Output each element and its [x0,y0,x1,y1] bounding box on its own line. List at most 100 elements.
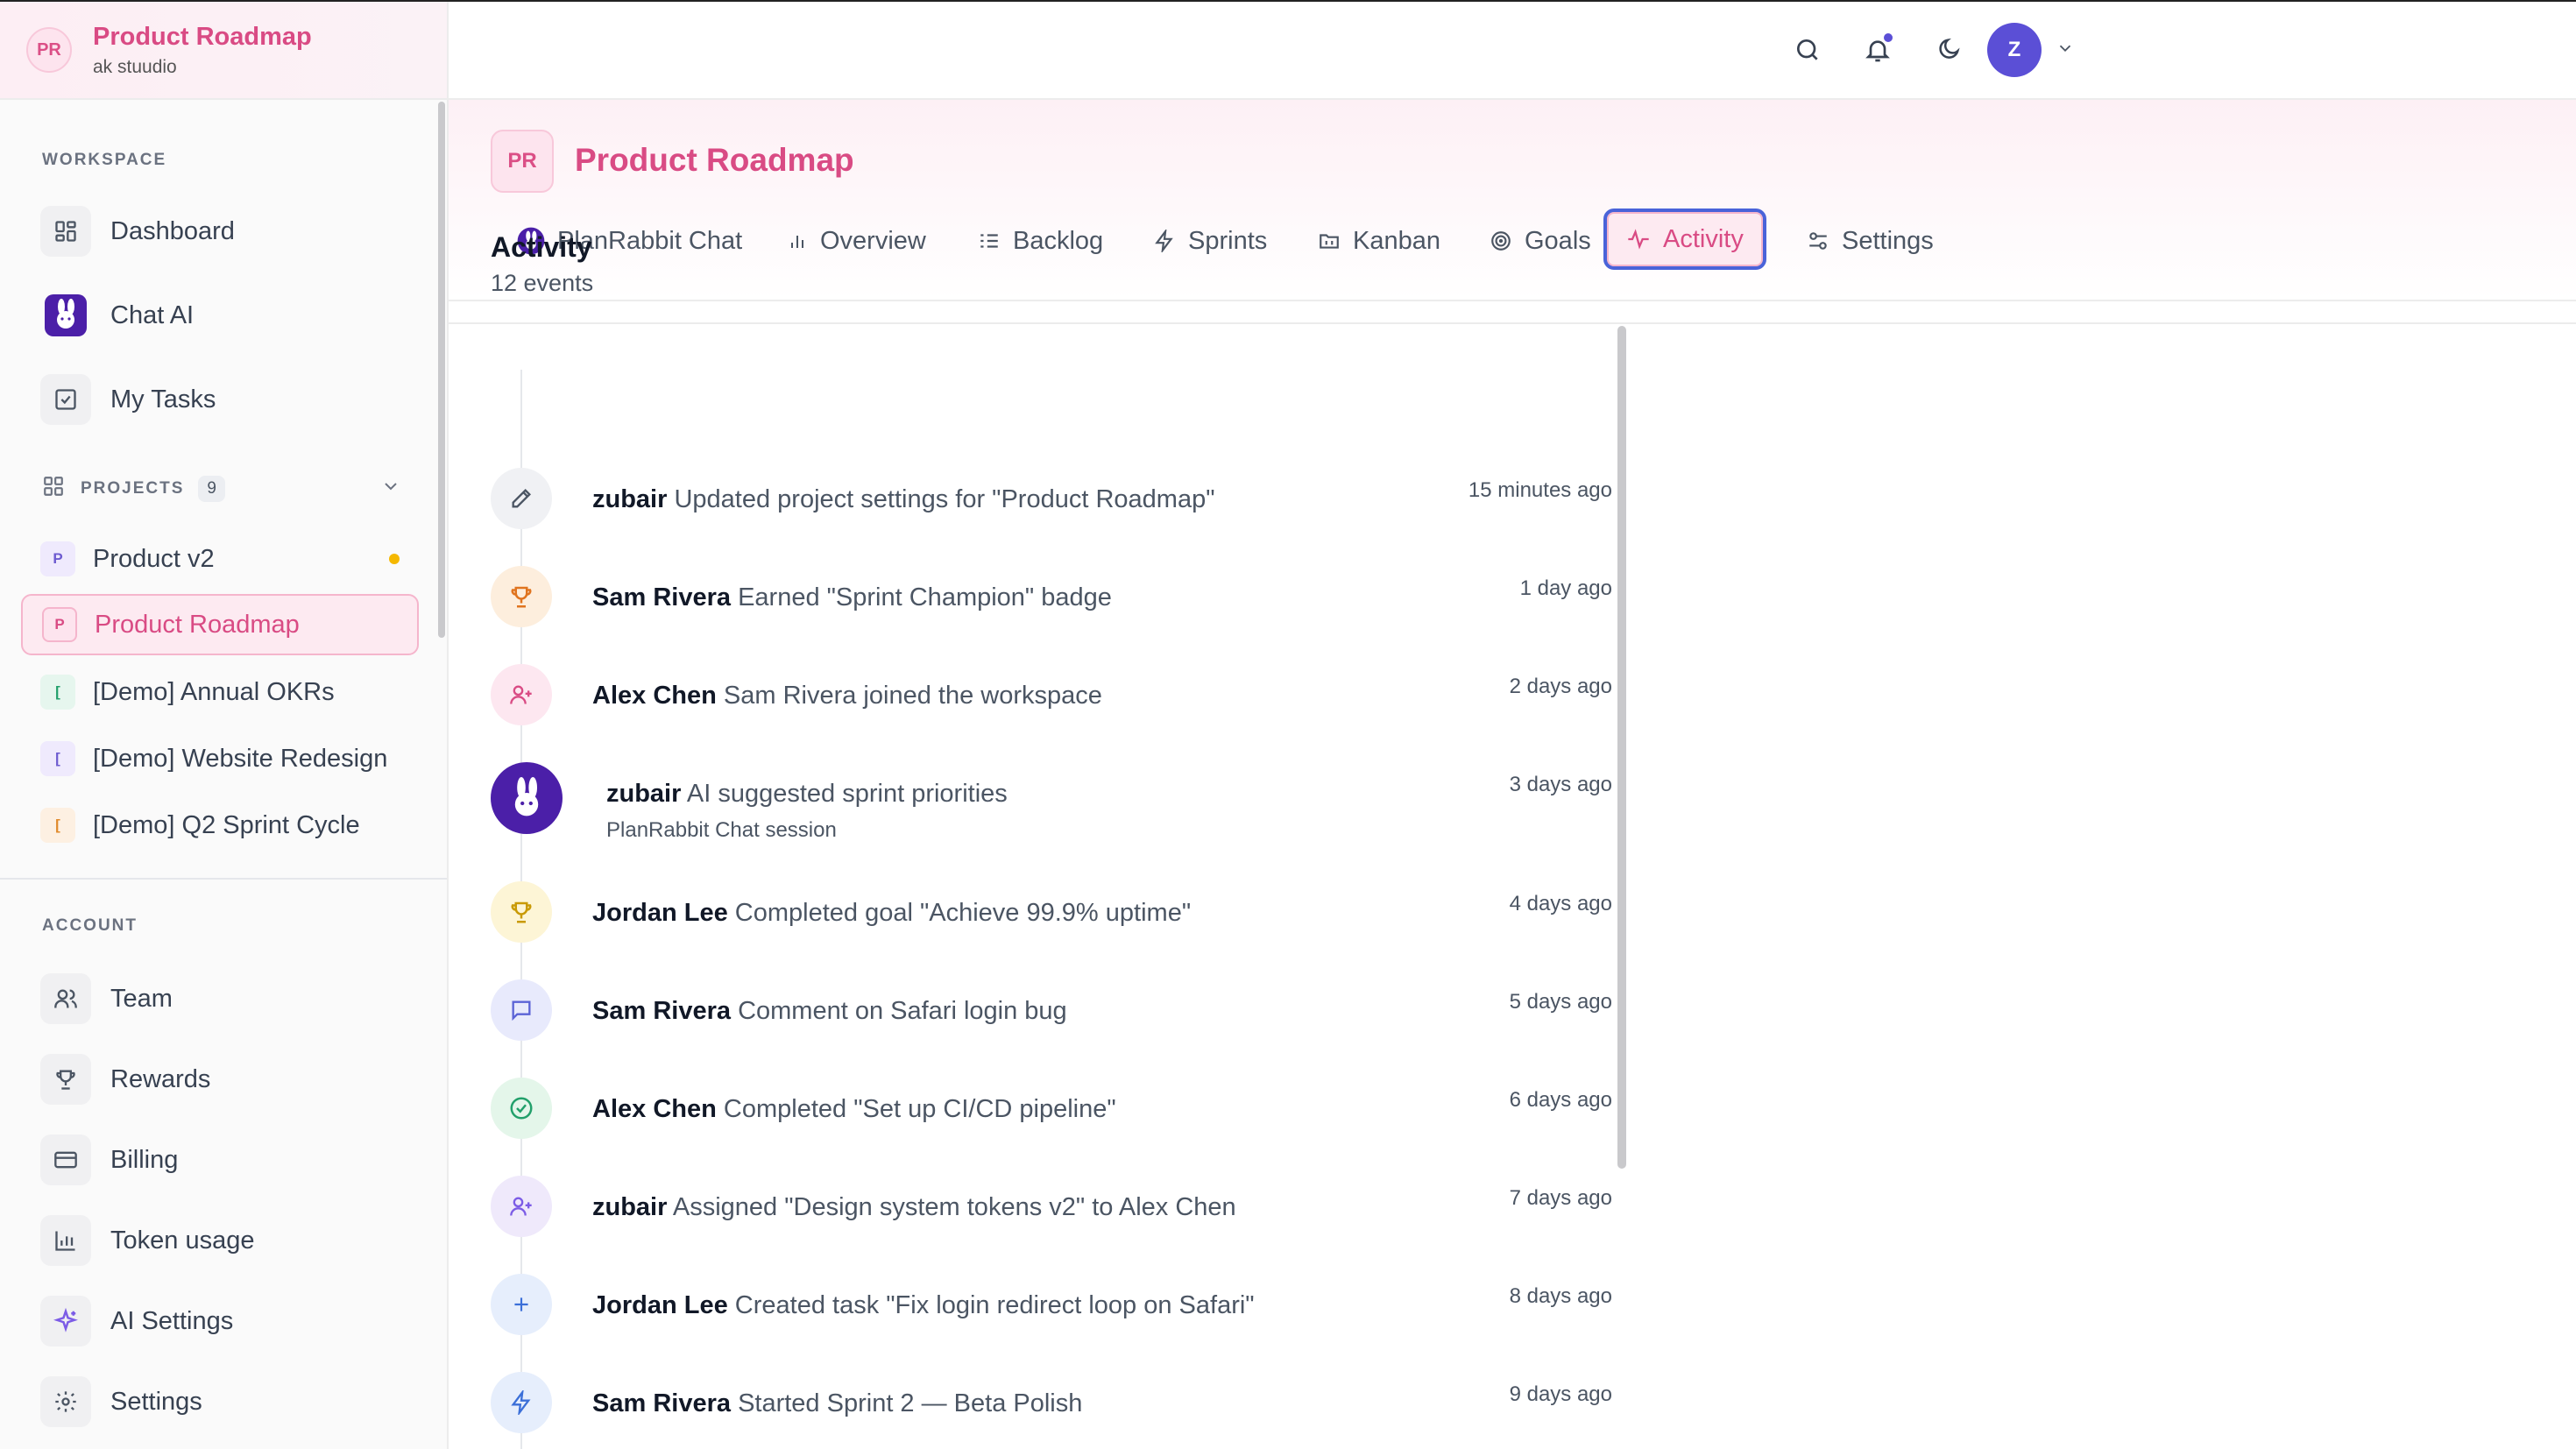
tab-label: Kanban [1353,226,1440,255]
event-time: 5 days ago [1509,990,1612,1014]
sidebar-item-settings[interactable]: Settings [40,1375,202,1428]
sidebar-item-rewards[interactable]: Rewards [40,1053,210,1106]
trophy-icon [491,566,552,627]
event-actor[interactable]: Alex Chen [592,1095,717,1123]
tab-sprints[interactable]: Sprints [1134,212,1286,270]
tab-label: Goals [1525,226,1591,255]
project-item-q2-sprint-cycle[interactable]: [ [Demo] Q2 Sprint Cycle [21,795,419,856]
tab-settings[interactable]: Settings [1787,212,1953,270]
workspace-name: Product Roadmap [93,22,312,51]
sidebar-scrollbar[interactable] [438,102,445,638]
sidebar-item-ai-settings[interactable]: AI Settings [40,1295,233,1347]
workspace-org: ak stuudio [93,56,177,77]
user-plus-icon [491,1176,552,1237]
users-icon [40,973,91,1024]
bar-chart-icon [791,236,803,248]
project-badge: [ [40,808,75,843]
lightning-icon [491,1372,552,1433]
project-item-website-redesign[interactable]: [ [Demo] Website Redesign [21,728,419,789]
project-label: [Demo] Website Redesign [93,744,388,773]
list-icon [980,234,998,248]
sidebar-item-label: Dashboard [110,216,235,245]
sidebar-item-label: Token usage [110,1226,255,1255]
event-actor[interactable]: Sam Rivera [592,1389,731,1417]
event-text: Earned "Sprint Champion" badge [738,583,1112,611]
event-text: Sam Rivera joined the workspace [723,682,1102,710]
projects-header[interactable]: PROJECTS 9 [42,475,401,502]
event-actor[interactable]: zubair [592,485,667,513]
tab-label: Settings [1842,226,1934,255]
project-item-product-v2[interactable]: P Product v2 [21,528,419,590]
sidebar: PR Product Roadmap ak stuudio WORKSPACE … [0,2,449,1449]
event-text: Started Sprint 2 — Beta Polish [738,1389,1083,1417]
project-label: [Demo] Annual OKRs [93,677,335,706]
project-badge: [ [40,675,75,710]
event-actor[interactable]: Alex Chen [592,682,717,710]
event-time: 8 days ago [1509,1284,1612,1308]
event-text: Completed "Set up CI/CD pipeline" [723,1095,1116,1123]
event-text: AI suggested sprint priorities [686,780,1008,808]
chevron-down-icon[interactable] [380,476,401,501]
event-time: 9 days ago [1509,1382,1612,1406]
tab-goals[interactable]: Goals [1470,212,1610,270]
bell-icon[interactable] [1856,28,1900,72]
search-icon[interactable] [1786,28,1829,72]
sidebar-item-team[interactable]: Team [40,972,173,1025]
tab-kanban[interactable]: Kanban [1299,212,1460,270]
event-subtext: PlanRabbit Chat session [606,818,837,842]
sidebar-item-dashboard[interactable]: Dashboard [40,205,235,258]
user-menu[interactable]: Z [1987,23,2075,77]
unread-dot [389,554,400,564]
event-actor[interactable]: Jordan Lee [592,899,728,927]
edit-icon [491,468,552,529]
event-actor[interactable]: zubair [592,1193,667,1221]
top-bar: Z [449,2,2576,100]
dashboard-icon [40,206,91,257]
event-time: 7 days ago [1509,1186,1612,1210]
tab-overview[interactable]: Overview [768,212,945,270]
sidebar-item-token-usage[interactable]: Token usage [40,1214,254,1267]
activity-count: 12 events [491,270,594,296]
page-title: Product Roadmap [575,142,854,178]
project-item-annual-okrs[interactable]: [ [Demo] Annual OKRs [21,661,419,723]
event-time: 6 days ago [1509,1088,1612,1112]
sidebar-item-my-tasks[interactable]: My Tasks [40,373,216,426]
plus-icon [491,1274,552,1335]
event-actor[interactable]: Sam Rivera [592,997,731,1025]
workspace-switcher[interactable]: PR Product Roadmap ak stuudio [0,2,447,100]
trophy-icon [40,1054,91,1105]
bar-chart-icon [40,1215,91,1266]
rabbit-logo-icon [491,762,563,834]
sidebar-item-label: Chat AI [110,300,195,329]
gear-icon [40,1376,91,1427]
workspace-avatar: PR [26,27,72,73]
sidebar-item-label: Billing [110,1145,179,1174]
tab-backlog[interactable]: Backlog [959,212,1122,270]
tab-label: Overview [820,226,926,255]
event-actor[interactable]: zubair [606,780,681,808]
event-text: Assigned "Design system tokens v2" to Al… [672,1193,1236,1221]
projects-section-label: PROJECTS [81,478,185,498]
activity-scrollbar[interactable] [1617,326,1626,1169]
target-icon [1491,231,1511,251]
tab-activity[interactable]: Activity [1603,209,1766,270]
moon-icon[interactable] [1926,28,1970,72]
project-item-product-roadmap[interactable]: P Product Roadmap [21,594,419,655]
event-text: Updated project settings for "Product Ro… [674,485,1215,513]
checkbox-icon [40,374,91,425]
event-text: Comment on Safari login bug [738,997,1067,1025]
notification-dot [1882,32,1894,44]
activity-icon [1628,229,1649,250]
sidebar-item-chat-ai[interactable]: Chat AI [40,289,194,342]
project-badge: P [40,541,75,576]
project-badge: [ [40,741,75,776]
event-actor[interactable]: Sam Rivera [592,583,731,611]
sidebar-item-billing[interactable]: Billing [40,1134,178,1186]
project-badge: P [42,607,77,642]
activity-title: Activity [491,231,592,263]
activity-divider [449,322,2576,324]
projects-count-badge: 9 [198,475,225,502]
event-actor[interactable]: Jordan Lee [592,1291,728,1319]
project-label: [Demo] Q2 Sprint Cycle [93,810,360,839]
event-time: 3 days ago [1509,773,1612,796]
